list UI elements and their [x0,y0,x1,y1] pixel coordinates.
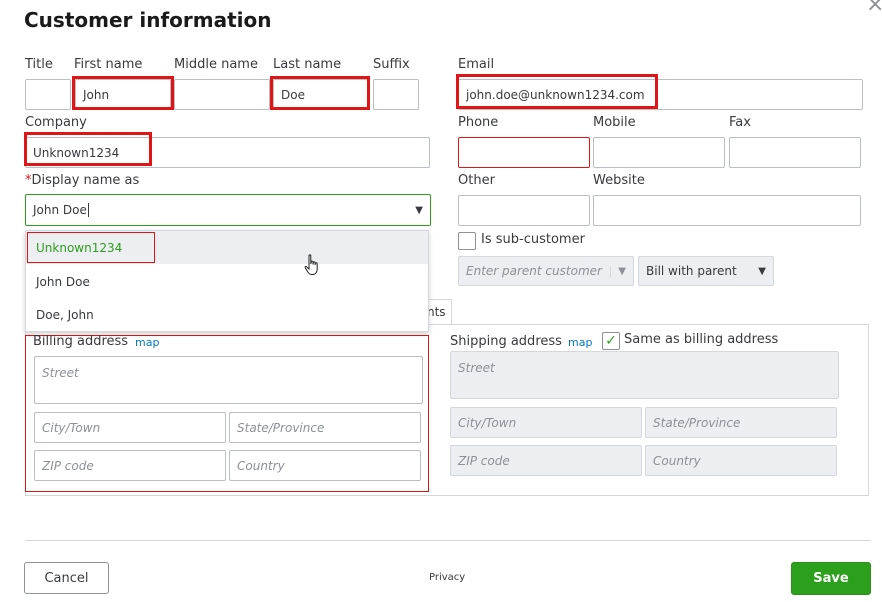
billing-zip-field[interactable]: ZIP code [34,450,226,481]
dialog-title: Customer information [24,8,272,32]
parent-customer-select[interactable]: Enter parent customer ▼ [458,256,634,286]
privacy-link[interactable]: Privacy [429,572,465,583]
chevron-down-icon: ▼ [758,265,766,277]
last-name-label: Last name [273,57,342,72]
suffix-label: Suffix [373,57,410,72]
other-field[interactable] [458,195,590,226]
bill-with-parent-value: Bill with parent [646,264,737,278]
same-as-billing-checkbox[interactable]: ✓ [602,332,620,350]
shipping-street-field[interactable]: Street [450,351,839,399]
company-label: Company [25,115,87,130]
hand-cursor-icon [304,254,318,275]
shipping-state-field[interactable]: State/Province [645,407,837,438]
website-field[interactable] [593,195,861,226]
phone-field[interactable] [458,137,590,168]
billing-street-field[interactable]: Street [34,356,423,404]
bill-with-parent-select[interactable]: Bill with parent ▼ [638,256,774,286]
billing-map-link[interactable]: map [135,336,159,349]
shipping-country-field[interactable]: Country [645,445,837,476]
shipping-city-field[interactable]: City/Town [450,407,642,438]
first-name-label: First name [74,57,143,72]
suffix-field[interactable] [373,79,419,110]
fax-field[interactable] [729,137,861,168]
dropdown-option-highlight [27,232,155,263]
phone-label: Phone [458,115,499,130]
display-name-label-text: Display name as [31,173,140,188]
website-label: Website [593,173,645,188]
billing-state-field[interactable]: State/Province [229,412,421,443]
email-highlight [456,74,658,109]
footer-divider [25,540,871,541]
middle-name-field[interactable] [174,79,270,110]
other-label: Other [458,173,495,188]
title-label: Title [25,57,53,72]
billing-address-title: Billing address [33,334,129,349]
close-icon[interactable]: × [866,0,882,16]
sub-customer-text: Is sub-customer [481,232,585,247]
title-field[interactable] [25,79,71,110]
email-label: Email [458,57,495,72]
display-name-combobox[interactable]: John Doe ▼ [25,194,431,226]
last-name-highlight [270,76,370,110]
company-highlight [24,132,152,166]
dropdown-option[interactable]: John Doe [26,265,428,298]
chevron-down-icon[interactable]: ▼ [415,205,423,216]
billing-city-field[interactable]: City/Town [34,412,226,443]
mobile-label: Mobile [593,115,636,130]
save-button[interactable]: Save [791,562,871,595]
middle-name-label: Middle name [174,57,258,72]
chevron-down-icon: ▼ [610,265,626,277]
fax-label: Fax [729,115,751,130]
mobile-field[interactable] [593,137,725,168]
display-name-value: John Doe [33,203,89,217]
cancel-button[interactable]: Cancel [24,562,109,594]
sub-customer-checkbox[interactable] [458,232,476,250]
parent-customer-placeholder: Enter parent customer [466,264,602,278]
shipping-address-title: Shipping address [450,334,562,349]
check-icon: ✓ [605,333,617,349]
same-as-billing-label: Same as billing address [624,332,779,347]
shipping-map-link[interactable]: map [568,336,592,349]
first-name-highlight [72,76,174,110]
display-name-dropdown: Unknown1234 John Doe Doe, John [25,230,429,332]
dropdown-option[interactable]: Doe, John [26,298,428,331]
display-name-label: *Display name as [25,173,139,188]
billing-country-field[interactable]: Country [229,450,421,481]
shipping-zip-field[interactable]: ZIP code [450,445,642,476]
